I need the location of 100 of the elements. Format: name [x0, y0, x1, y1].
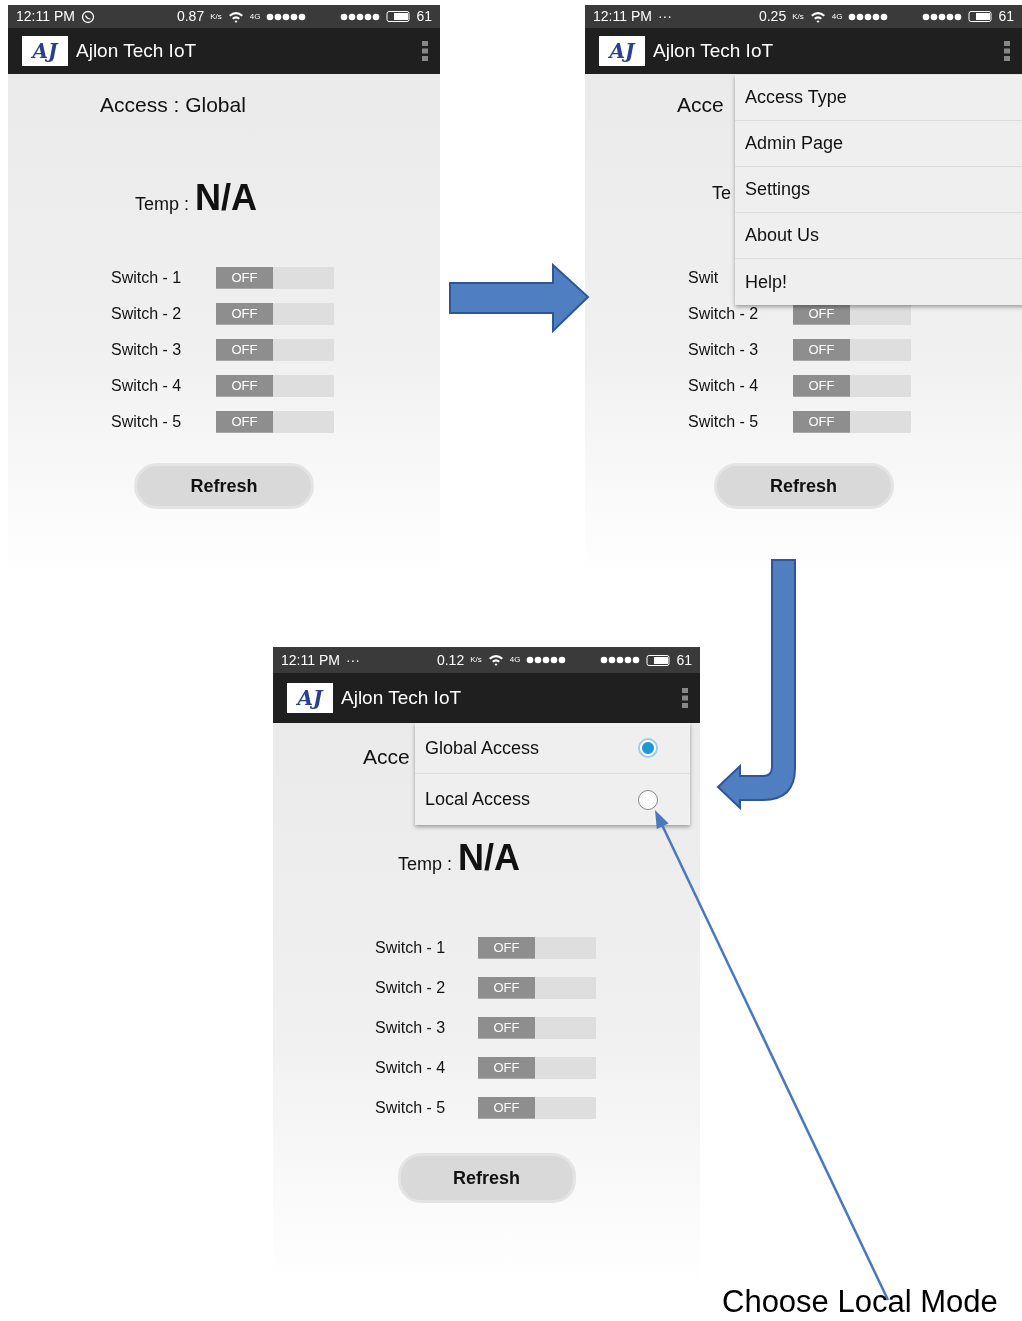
switch-label: Switch - 4: [688, 376, 759, 396]
switch-label: Switch - 2: [111, 304, 182, 324]
network-speed: 0.25: [758, 7, 787, 26]
app-logo: AJ: [22, 36, 68, 66]
switch-label: Switch - 2: [375, 978, 446, 998]
notification-dots: ···: [657, 7, 672, 26]
overflow-menu-icon[interactable]: [682, 688, 688, 708]
toggle-thumb[interactable]: OFF: [478, 1057, 535, 1079]
signal-icon: [922, 12, 963, 21]
network-type: 4G: [249, 10, 261, 23]
battery-icon: [646, 654, 671, 666]
network-speed: 0.87: [176, 7, 205, 26]
toggle-thumb[interactable]: OFF: [793, 303, 850, 325]
switch-label: Switch - 1: [111, 268, 182, 288]
temp-label: Temp :: [135, 193, 190, 216]
menu-item[interactable]: About Us: [735, 213, 1022, 259]
toggle-switch[interactable]: OFF: [216, 339, 334, 361]
app-logo: AJ: [287, 683, 333, 713]
network-type: 4G: [831, 10, 843, 23]
toggle-thumb[interactable]: OFF: [478, 937, 535, 959]
access-label: Access : Global: [100, 92, 246, 118]
radio-button[interactable]: [638, 738, 658, 758]
clock-time: 12:11 PM: [593, 7, 652, 26]
menu-item[interactable]: Admin Page: [735, 121, 1022, 167]
clock-time: 12:11 PM: [16, 7, 75, 26]
toggle-thumb[interactable]: OFF: [216, 375, 273, 397]
switch-label: Swit: [688, 268, 719, 288]
option-label[interactable]: Local Access: [425, 786, 531, 813]
app-title: Ajlon Tech IoT: [653, 38, 774, 63]
switch-label: Switch - 3: [375, 1018, 446, 1038]
clock-time: 12:11 PM: [281, 650, 340, 670]
app-logo: AJ: [599, 36, 645, 66]
toggle-thumb[interactable]: OFF: [216, 267, 273, 289]
toggle-switch[interactable]: OFF: [478, 937, 596, 959]
battery-icon: [386, 11, 411, 22]
menu-item[interactable]: Settings: [735, 167, 1022, 213]
temp-value: N/A: [195, 180, 258, 216]
switch-label: Switch - 5: [688, 412, 759, 432]
switch-label: Switch - 3: [688, 340, 759, 360]
toggle-thumb[interactable]: OFF: [793, 411, 850, 433]
battery-level: 61: [416, 7, 432, 26]
temp-value: N/A: [458, 840, 521, 876]
toggle-switch[interactable]: OFF: [793, 375, 911, 397]
toggle-switch[interactable]: OFF: [216, 303, 334, 325]
speed-unit: K/s: [470, 654, 482, 666]
speed-unit: K/s: [792, 10, 804, 23]
toggle-thumb[interactable]: OFF: [216, 411, 273, 433]
toggle-thumb[interactable]: OFF: [478, 977, 535, 999]
signal-icon: [848, 12, 889, 21]
toggle-thumb[interactable]: OFF: [478, 1097, 535, 1119]
switch-label: Switch - 2: [688, 304, 759, 324]
switch-label: Switch - 4: [111, 376, 182, 396]
toggle-switch[interactable]: OFF: [478, 1097, 596, 1119]
toggle-switch[interactable]: OFF: [216, 411, 334, 433]
refresh-button[interactable]: Refresh: [134, 463, 314, 509]
app-title: Ajlon Tech IoT: [76, 38, 197, 63]
signal-icon: [266, 12, 307, 21]
signal-icon: [600, 656, 641, 664]
network-type: 4G: [509, 654, 521, 666]
toggle-switch[interactable]: OFF: [793, 339, 911, 361]
switch-label: Switch - 1: [375, 938, 446, 958]
toggle-thumb[interactable]: OFF: [793, 339, 850, 361]
access-label: Acce: [677, 92, 724, 118]
toggle-switch[interactable]: OFF: [793, 303, 911, 325]
toggle-switch[interactable]: OFF: [793, 411, 911, 433]
toggle-switch[interactable]: OFF: [478, 977, 596, 999]
toggle-thumb[interactable]: OFF: [793, 375, 850, 397]
battery-level: 61: [998, 7, 1014, 26]
option-label[interactable]: Global Access: [425, 734, 540, 762]
speed-unit: K/s: [210, 10, 222, 23]
temp-label: Temp :: [398, 853, 453, 876]
toggle-thumb[interactable]: OFF: [216, 339, 273, 361]
toggle-switch[interactable]: OFF: [478, 1017, 596, 1039]
caption-text: Choose Local Mode: [722, 1283, 998, 1321]
refresh-button[interactable]: Refresh: [397, 1153, 576, 1203]
overflow-menu-icon[interactable]: [422, 41, 428, 61]
signal-icon: [340, 12, 381, 21]
toggle-switch[interactable]: OFF: [216, 375, 334, 397]
battery-icon: [968, 11, 993, 22]
refresh-button[interactable]: Refresh: [713, 463, 894, 509]
temp-label: Te: [712, 182, 731, 205]
app-title: Ajlon Tech IoT: [341, 685, 462, 710]
wifi-icon: [487, 654, 504, 666]
switch-label: Switch - 5: [375, 1098, 446, 1118]
network-speed: 0.12: [436, 650, 465, 670]
switch-label: Switch - 3: [111, 340, 182, 360]
menu-item[interactable]: Help!: [735, 259, 1022, 305]
battery-level: 61: [676, 650, 692, 670]
overflow-menu-icon[interactable]: [1004, 41, 1010, 61]
wifi-icon: [809, 10, 826, 23]
wifi-icon: [227, 10, 244, 23]
toggle-thumb[interactable]: OFF: [216, 303, 273, 325]
signal-icon: [526, 656, 567, 664]
toggle-switch[interactable]: OFF: [216, 267, 334, 289]
notification-dots: ···: [345, 650, 360, 670]
toggle-thumb[interactable]: OFF: [478, 1017, 535, 1039]
menu-item[interactable]: Access Type: [735, 75, 1022, 121]
toggle-switch[interactable]: OFF: [478, 1057, 596, 1079]
radio-button[interactable]: [638, 789, 658, 810]
switch-label: Switch - 5: [111, 412, 182, 432]
